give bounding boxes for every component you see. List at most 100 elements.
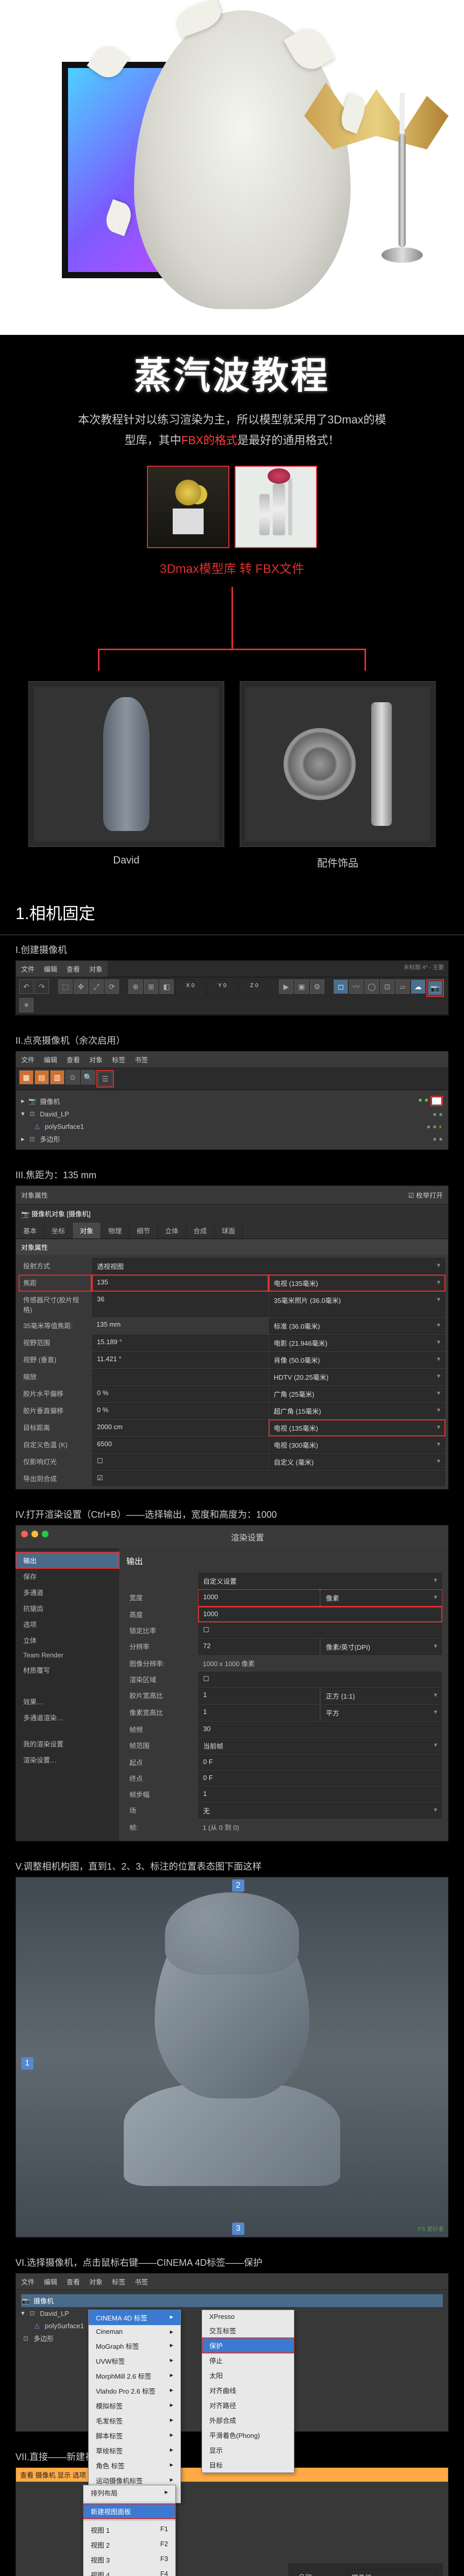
list-item-mat[interactable]: 材质覆写 (16, 1662, 119, 1678)
environment-icon[interactable]: ☁ (411, 979, 425, 994)
pixel-aspect-dropdown[interactable]: 平方 (321, 1705, 442, 1721)
checkbox[interactable]: ☐ (92, 1454, 268, 1470)
height-input[interactable]: 1000 (198, 1607, 442, 1622)
visibility-icon[interactable]: ● (418, 1096, 422, 1106)
light-icon[interactable]: ☀ (19, 998, 34, 1012)
preset-dropdown[interactable]: 超广角 (15毫米) (269, 1403, 445, 1419)
deformer-icon[interactable]: ▱ (395, 979, 410, 994)
from-input[interactable]: 0 F (198, 1755, 442, 1770)
icon[interactable]: ▤ (35, 1070, 49, 1084)
icon[interactable]: ▦ (19, 1070, 34, 1084)
menu-edit[interactable]: 编辑 (44, 1055, 57, 1064)
kelvin-input[interactable]: 6500 (92, 1437, 268, 1453)
menu-file[interactable]: 文件 (21, 1055, 35, 1064)
ctx-interact[interactable]: 交互标签 (202, 2323, 294, 2338)
ctx-align-sp[interactable]: 对齐曲线 (202, 2383, 294, 2398)
res-unit-dropdown[interactable]: 像素/英寸(DPI) (321, 1639, 442, 1655)
tree-item-camera[interactable]: ▸ 📷 摄像机 ● ● (21, 1094, 443, 1108)
ctx-script[interactable]: 脚本标签 (89, 2428, 180, 2443)
visibility-icon[interactable]: ● (433, 1110, 437, 1118)
fov-v-input[interactable]: 11.421 ° (92, 1352, 268, 1368)
list-item-save[interactable]: 保存 (16, 1568, 119, 1584)
filter-icon[interactable]: ☰ (98, 1072, 112, 1086)
menu-view4[interactable]: 视图 4F4 (84, 2567, 175, 2576)
scale-icon[interactable]: ⤢ (89, 979, 104, 994)
effects-button[interactable]: 效果… (16, 1693, 119, 1709)
ctx-target[interactable]: 目标 (202, 2458, 294, 2472)
render-vis-icon[interactable]: ● (439, 1110, 443, 1118)
projection-dropdown[interactable]: 透视视图 (92, 1258, 445, 1274)
move-icon[interactable]: ✥ (74, 979, 88, 994)
tree-item-david[interactable]: ▾ ⊡ David_LP ●● (21, 1108, 443, 1120)
film-aspect-dropdown[interactable]: 正方 (1:1) (321, 1688, 442, 1704)
tree-item-null[interactable]: ▸ ⊡ 多边形 ●● (21, 1132, 443, 1145)
viewport-preview[interactable]: 1 2 3 PS 爱好者 (15, 1877, 449, 2238)
ctx-sketch[interactable]: 草绘标签 (89, 2443, 180, 2458)
menu-edit[interactable]: 编辑 (44, 2277, 57, 2286)
preset-dropdown[interactable]: 肖像 (50.0毫米) (269, 1352, 445, 1368)
coord-x[interactable]: X 0 (175, 979, 206, 997)
tab-basic[interactable]: 基本 (16, 1223, 44, 1239)
ctx-mr[interactable]: MorphMill 2.6 标签 (89, 2368, 180, 2383)
list-item-multi[interactable]: 多通道 (16, 1584, 119, 1600)
expand-icon[interactable]: ▸ (21, 1135, 25, 1143)
expand-icon[interactable]: ▸ (21, 1097, 25, 1105)
menu-layout[interactable]: 排列布局 (84, 2485, 175, 2500)
zoom-input[interactable] (92, 1369, 268, 1385)
step-input[interactable]: 1 (198, 1787, 442, 1802)
tree-item-camera[interactable]: 📷 摄像机 (21, 2294, 443, 2307)
pixel-aspect-input[interactable]: 1 (198, 1705, 319, 1721)
ctx-protect[interactable]: 保护 (202, 2338, 294, 2353)
tool-icon[interactable]: ⊞ (144, 979, 158, 994)
unit-dropdown[interactable]: 像素 (321, 1590, 442, 1606)
menu-new-view[interactable]: 新建视图面板 (84, 2504, 175, 2519)
coord-y[interactable]: Y 0 (207, 979, 238, 997)
preset-dropdown[interactable]: HDTV (20.25毫米) (269, 1369, 445, 1385)
render-settings-button[interactable]: 渲染设置… (16, 1752, 119, 1768)
ctx-motion[interactable]: 角色 标签 (89, 2458, 180, 2473)
menu-view[interactable]: 查看 (67, 1055, 80, 1064)
ctx-ext[interactable]: 外部合成 (202, 2413, 294, 2428)
tag-icon[interactable]: ◐ (439, 1123, 443, 1130)
focal-input[interactable]: 135 (92, 1275, 268, 1291)
list-item-my[interactable]: 我的渲染设置 (16, 1736, 119, 1752)
icon[interactable]: ▥ (50, 1070, 64, 1084)
to-input[interactable]: 0 F (198, 1771, 442, 1786)
menu-file[interactable]: 文件 (21, 2277, 35, 2286)
menu-view2[interactable]: 视图 2F2 (84, 2537, 175, 2552)
ctx-align-path[interactable]: 对齐路径 (202, 2398, 294, 2413)
ctx-flat[interactable]: 平滑着色(Phong) (202, 2428, 294, 2443)
ctx-xpresso[interactable]: XPresso (202, 2310, 294, 2323)
width-input[interactable]: 1000 (198, 1590, 319, 1606)
ctx-c4d-tags[interactable]: CINEMA 4D 标签 (89, 2310, 180, 2325)
preset-dropdown[interactable]: 自定义 (毫米) (269, 1454, 445, 1470)
tree-item-polysurface[interactable]: △ polySurface1 ●●◐ (32, 1120, 443, 1132)
icon[interactable]: ⊙ (65, 1070, 80, 1084)
redo-icon[interactable]: ↷ (35, 979, 49, 994)
field-dropdown[interactable]: 无 (198, 1803, 442, 1819)
menu-view[interactable]: 查看 (67, 2277, 80, 2286)
tab-object[interactable]: 对象 (73, 1223, 101, 1239)
render-vis-icon[interactable]: ● (433, 1123, 437, 1130)
fov-h-input[interactable]: 15.189 ° (92, 1335, 268, 1351)
sensor-input[interactable]: 36 (92, 1292, 268, 1317)
nurbs-icon[interactable]: ◯ (364, 979, 379, 994)
menu-bookmarks[interactable]: 书签 (135, 2277, 148, 2286)
menu-view1[interactable]: 视图 1F1 (84, 2522, 175, 2537)
film-h-input[interactable]: 0 % (92, 1386, 268, 1402)
focal-preset-dropdown[interactable]: 电视 (135毫米) (269, 1275, 445, 1291)
render-settings-icon[interactable]: ⚙ (310, 979, 324, 994)
region-checkbox[interactable]: ☐ (198, 1672, 442, 1687)
preset-dropdown[interactable]: 电视 (300毫米) (269, 1437, 445, 1453)
minimize-icon[interactable] (31, 1531, 38, 1537)
tab-stereo[interactable]: 立体 (158, 1223, 186, 1239)
menu-object[interactable]: 对象 (89, 964, 103, 974)
ctx-mograph[interactable]: MoGraph 标签 (89, 2338, 180, 2353)
render-region-icon[interactable]: ▣ (294, 979, 309, 994)
lock-checkbox[interactable]: ☐ (198, 1623, 442, 1638)
render-icon[interactable]: ▶ (279, 979, 293, 994)
render-vis-icon[interactable]: ● (424, 1096, 428, 1106)
preset-dropdown[interactable]: 电视 (135毫米) (269, 1420, 445, 1436)
tab-spherical[interactable]: 球面 (214, 1223, 243, 1239)
undo-icon[interactable]: ↶ (19, 979, 34, 994)
